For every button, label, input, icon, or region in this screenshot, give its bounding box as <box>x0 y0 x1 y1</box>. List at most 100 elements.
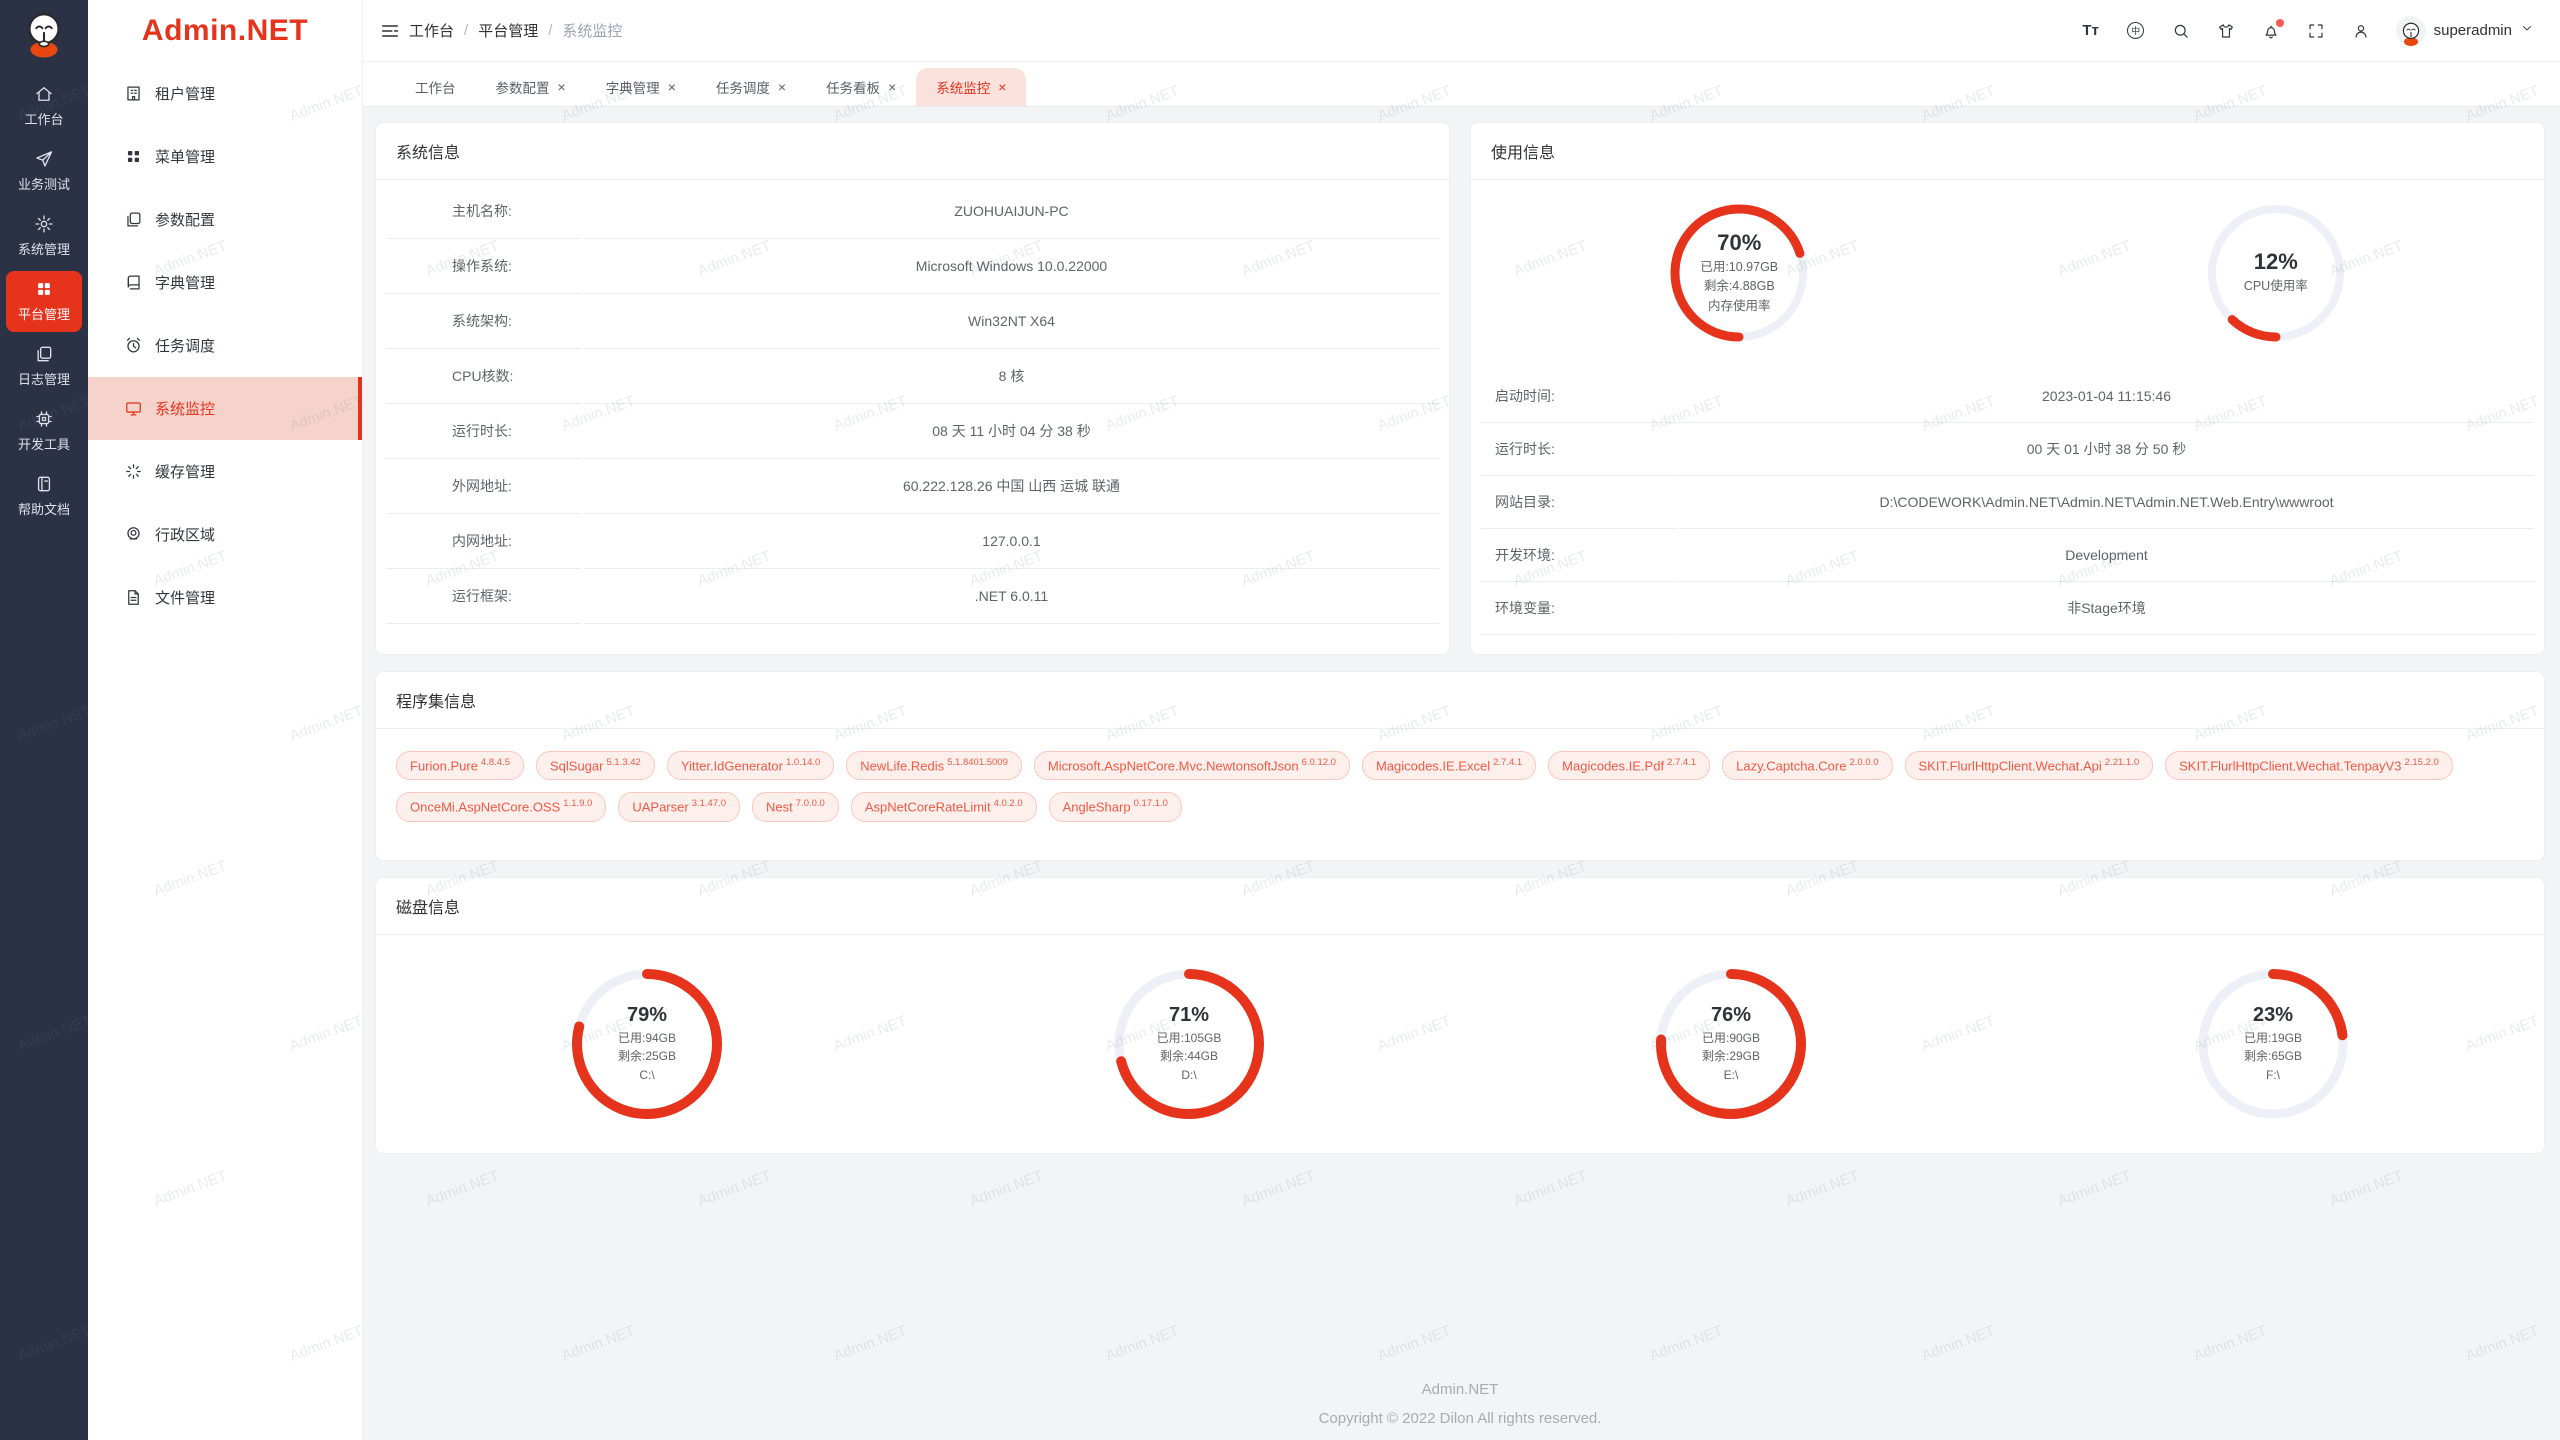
loading-icon <box>124 462 143 481</box>
close-icon[interactable]: × <box>778 80 786 94</box>
gauge-percent: 12% <box>2254 249 2298 275</box>
tab-params[interactable]: 参数配置× <box>476 68 586 106</box>
breadcrumb-item-current: 系统监控 <box>562 20 622 41</box>
sidebar-item-region[interactable]: 行政区域 <box>88 503 362 566</box>
rail-item-platform-mgmt[interactable]: 平台管理 <box>6 271 82 332</box>
panel-title: 使用信息 <box>1471 123 2544 180</box>
brand-logo: Admin.NET <box>88 0 362 62</box>
sidebar-item-label: 行政区域 <box>155 524 215 545</box>
copy-docs-icon <box>34 344 54 364</box>
table-row: 环境变量:非Stage环境 <box>1481 582 2534 635</box>
close-icon[interactable]: × <box>668 80 676 94</box>
user-menu[interactable]: superadmin <box>2396 16 2534 46</box>
gear-icon <box>34 214 54 234</box>
rail-item-log-mgmt[interactable]: 日志管理 <box>6 336 82 397</box>
breadcrumb: 工作台 / 平台管理 / 系统监控 <box>409 20 622 41</box>
table-row: 外网地址:60.222.128.26 中国 山西 运城 联通 <box>386 459 1439 514</box>
home-icon <box>34 84 54 104</box>
footer-title: Admin.NET <box>375 1376 2545 1405</box>
map-pin-icon <box>124 525 143 544</box>
assembly-tag: NewLife.Redis5.1.8401.5009 <box>846 751 1022 780</box>
rail-item-dev-tools[interactable]: 开发工具 <box>6 401 82 462</box>
font-size-icon[interactable]: Tт <box>2081 21 2101 41</box>
topbar-actions: Tт 中 <box>2081 16 2534 46</box>
gauge-percent: 79% <box>627 1004 667 1027</box>
monitor-icon <box>124 399 143 418</box>
table-row: 运行框架:.NET 6.0.11 <box>386 569 1439 624</box>
username: superadmin <box>2434 22 2512 39</box>
tabbar: 工作台 参数配置× 字典管理× 任务调度× 任务看板× 系统监控× <box>363 62 2560 107</box>
breadcrumb-separator: / <box>464 22 468 39</box>
search-icon[interactable] <box>2171 21 2191 41</box>
mascot-logo-icon <box>18 8 70 60</box>
rail-item-label: 工作台 <box>24 109 63 128</box>
cpu-icon <box>34 409 54 429</box>
assembly-tag: AspNetCoreRateLimit4.0.2.0 <box>851 792 1037 821</box>
user-icon[interactable] <box>2351 21 2371 41</box>
theme-icon[interactable] <box>2216 21 2236 41</box>
sidebar-item-label: 菜单管理 <box>155 146 215 167</box>
tab-workbench[interactable]: 工作台 <box>395 68 476 106</box>
panel-title: 磁盘信息 <box>376 878 2544 935</box>
rail-item-workbench[interactable]: 工作台 <box>6 76 82 137</box>
sidebar-item-jobs[interactable]: 任务调度 <box>88 314 362 377</box>
content: 系统信息 主机名称:ZUOHUAIJUN-PC 操作系统:Microsoft W… <box>363 107 2560 1440</box>
sidebar-item-label: 缓存管理 <box>155 461 215 482</box>
panel-title: 程序集信息 <box>376 672 2544 729</box>
menu-fold-icon[interactable] <box>379 20 401 42</box>
menu-grid-icon <box>124 147 143 166</box>
chevron-down-icon <box>2520 21 2534 40</box>
rail-item-business-test[interactable]: 业务测试 <box>6 141 82 202</box>
rail-item-system-mgmt[interactable]: 系统管理 <box>6 206 82 267</box>
close-icon[interactable]: × <box>558 80 566 94</box>
gauge-percent: 23% <box>2253 1004 2293 1027</box>
rail-item-label: 开发工具 <box>18 434 70 453</box>
breadcrumb-item[interactable]: 平台管理 <box>478 20 538 41</box>
rail-item-help-docs[interactable]: 帮助文档 <box>6 466 82 527</box>
assembly-tag: SKIT.FlurlHttpClient.Wechat.TenpayV32.15… <box>2165 751 2453 780</box>
file-icon <box>124 588 143 607</box>
notification-badge <box>2276 19 2284 27</box>
main-area: 工作台 / 平台管理 / 系统监控 Tт 中 <box>363 0 2560 1440</box>
sidebar-item-tenant[interactable]: 租户管理 <box>88 62 362 125</box>
topbar: 工作台 / 平台管理 / 系统监控 Tт 中 <box>363 0 2560 62</box>
book-icon <box>124 273 143 292</box>
tab-dict[interactable]: 字典管理× <box>586 68 696 106</box>
tab-monitor[interactable]: 系统监控× <box>916 68 1026 106</box>
assembly-tag: Microsoft.AspNetCore.Mvc.NewtonsoftJson6… <box>1034 751 1350 780</box>
send-icon <box>34 149 54 169</box>
close-icon[interactable]: × <box>888 80 896 94</box>
assembly-tag: Magicodes.IE.Excel2.7.4.1 <box>1362 751 1536 780</box>
assembly-tag: Furion.Pure4.8.4.5 <box>396 751 524 780</box>
gauge-percent: 71% <box>1169 1004 1209 1027</box>
panel-title: 系统信息 <box>376 123 1449 180</box>
sidebar-item-label: 系统监控 <box>155 398 215 419</box>
close-icon[interactable]: × <box>998 80 1006 94</box>
sidebar-item-params[interactable]: 参数配置 <box>88 188 362 251</box>
sidebar-item-files[interactable]: 文件管理 <box>88 566 362 629</box>
sidebar-item-dict[interactable]: 字典管理 <box>88 251 362 314</box>
fullscreen-icon[interactable] <box>2306 21 2326 41</box>
tab-jobs[interactable]: 任务调度× <box>696 68 806 106</box>
memory-usage-gauge: 70% 已用:10.97GB 剩余:4.88GB 内存使用率 <box>1666 200 1812 346</box>
disk-gauge-c: 79% 已用:94GB 剩余:25GB C:\ <box>567 964 727 1124</box>
building-icon <box>124 84 143 103</box>
assembly-tags: Furion.Pure4.8.4.5 SqlSugar5.1.3.42 Yitt… <box>376 729 2544 844</box>
sidebar-item-monitor[interactable]: 系统监控 <box>88 377 362 440</box>
sidebar-item-cache[interactable]: 缓存管理 <box>88 440 362 503</box>
table-row: 主机名称:ZUOHUAIJUN-PC <box>386 184 1439 239</box>
tab-job-board[interactable]: 任务看板× <box>806 68 916 106</box>
disk-info-panel: 磁盘信息 79% 已用:94GB 剩余:25GB C:\ <box>375 877 2545 1154</box>
breadcrumb-item[interactable]: 工作台 <box>409 20 454 41</box>
usage-info-panel: 使用信息 70% 已用:10.97GB 剩余:4.88GB <box>1470 122 2545 655</box>
footer: Admin.NET Copyright © 2022 Dilon All rig… <box>375 1376 2545 1440</box>
sidebar-item-menu[interactable]: 菜单管理 <box>88 125 362 188</box>
notification-bell-icon[interactable] <box>2261 21 2281 41</box>
rail-item-label: 平台管理 <box>18 304 70 323</box>
table-row: 开发环境:Development <box>1481 529 2534 582</box>
doc-copy-icon <box>124 210 143 229</box>
rail-item-label: 帮助文档 <box>18 499 70 518</box>
sidebar: Admin.NET 租户管理 菜单管理 参数配置 字典管理 任务调度 系统监控 … <box>88 0 363 1440</box>
assembly-tag: UAParser3.1.47.0 <box>618 792 740 821</box>
language-icon[interactable]: 中 <box>2126 21 2146 41</box>
